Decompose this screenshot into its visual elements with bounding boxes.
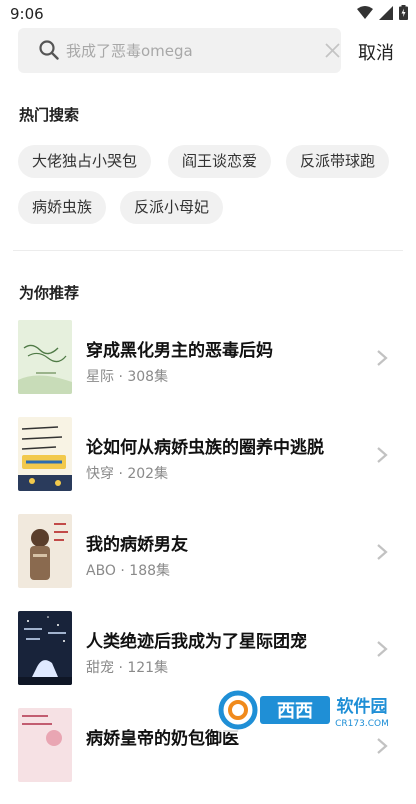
book-cover [18, 514, 72, 588]
status-time: 9:06 [10, 5, 44, 23]
book-meta: ABO · 188集 [86, 563, 171, 579]
search-box[interactable] [18, 28, 341, 73]
hot-tag[interactable]: 反派带球跑 [286, 145, 390, 178]
book-meta: 甜宠 · 121集 [86, 660, 169, 676]
search-icon [39, 40, 59, 60]
book-cover [18, 611, 72, 685]
signal-icon [379, 5, 393, 20]
svg-text:西西: 西西 [277, 701, 313, 722]
section-divider [13, 250, 403, 251]
hot-tag[interactable]: 反派小母妃 [120, 191, 224, 224]
wifi-icon [357, 5, 373, 19]
chevron-right-icon [377, 350, 388, 366]
svg-text:软件园: 软件园 [337, 696, 388, 717]
hot-tag[interactable]: 大佬独占小哭包 [18, 145, 152, 178]
book-meta: 快穿 · 202集 [86, 466, 169, 482]
recommend-title: 为你推荐 [19, 284, 80, 302]
cancel-button[interactable]: 取消 [358, 39, 394, 65]
book-title: 论如何从病娇虫族的圈养中逃脱 [86, 438, 324, 458]
book-cover-art [18, 611, 72, 685]
book-title: 穿成黑化男主的恶毒后妈 [86, 341, 273, 361]
search-input[interactable] [64, 36, 308, 66]
chevron-right-icon [377, 544, 388, 560]
hot-tag[interactable]: 阎王谈恋爱 [168, 145, 272, 178]
status-icons [357, 5, 408, 20]
svg-text:CR173.COM: CR173.COM [335, 719, 389, 729]
status-bar: 9:06 [0, 0, 416, 28]
chevron-right-icon [377, 447, 388, 463]
book-cover [18, 320, 72, 394]
clear-icon[interactable] [324, 42, 341, 59]
book-row[interactable]: 穿成黑化男主的恶毒后妈 星际 · 308集 [0, 320, 416, 416]
hot-search-title: 热门搜索 [19, 106, 80, 124]
book-meta: 星际 · 308集 [86, 369, 169, 385]
book-cover-art [18, 320, 72, 394]
book-row[interactable]: 论如何从病娇虫族的圈养中逃脱 快穿 · 202集 [0, 417, 416, 513]
chevron-right-icon [377, 641, 388, 657]
site-watermark-logo: 西西 软件园 CR173.COM [216, 688, 396, 732]
book-cover-art [18, 514, 72, 588]
hot-tag[interactable]: 病娇虫族 [18, 191, 107, 224]
book-cover [18, 417, 72, 491]
book-cover-art [18, 708, 72, 782]
book-row[interactable]: 我的病娇男友 ABO · 188集 [0, 514, 416, 610]
battery-icon [399, 5, 408, 20]
book-title: 人类绝迹后我成为了星际团宠 [86, 632, 307, 652]
book-cover [18, 708, 72, 782]
book-title: 我的病娇男友 [86, 535, 188, 555]
book-cover-art [18, 417, 72, 491]
